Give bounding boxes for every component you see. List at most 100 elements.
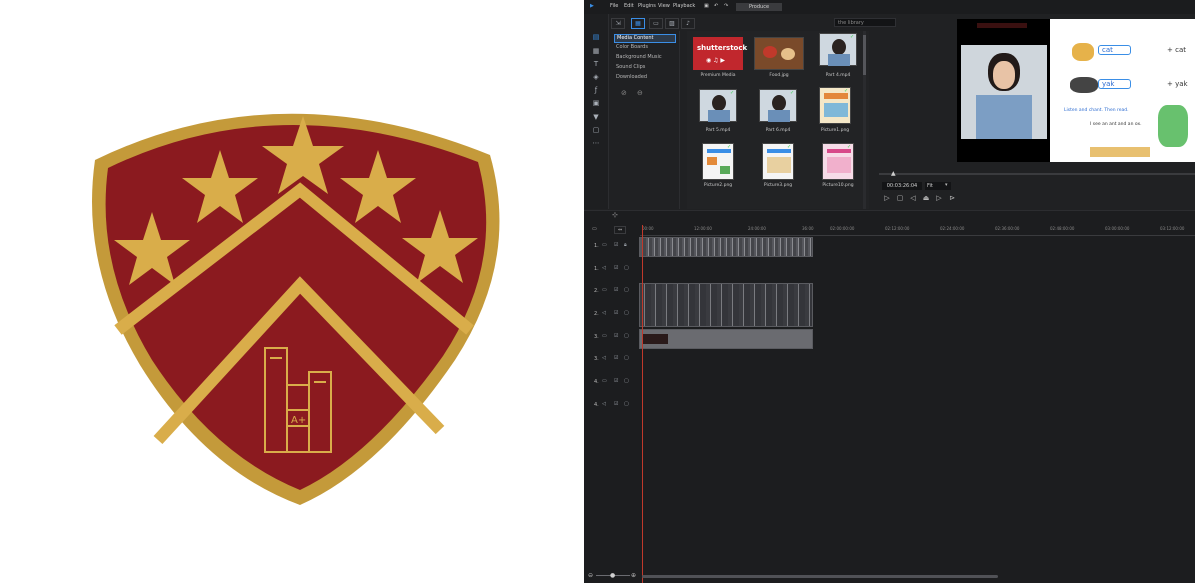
menu-plugins[interactable]: Plugins [638, 3, 656, 9]
lock-icon[interactable]: ▢ [624, 287, 629, 293]
yak-image [1070, 77, 1098, 93]
timecode-display[interactable]: 00:03:26:04 [882, 182, 922, 190]
lock-icon[interactable]: ▢ [624, 401, 629, 407]
menu-edit[interactable]: Edit [624, 3, 634, 9]
chevron-down-icon[interactable]: ▾ [945, 182, 948, 188]
stop-icon[interactable]: ▢ [895, 193, 905, 203]
transition-room-icon[interactable]: ◈ [590, 72, 602, 82]
lock-icon[interactable]: ▢ [624, 355, 629, 361]
lock-icon[interactable]: 🔒︎ [624, 242, 627, 248]
media-room-icon[interactable]: ▤ [590, 32, 602, 42]
timeline-tools-icon[interactable]: ⊹ [612, 211, 618, 219]
checkbox-icon[interactable]: ☑ [614, 287, 618, 293]
lock-icon[interactable]: ▢ [624, 333, 629, 339]
video-track-icon: ▭ [602, 242, 607, 248]
track-header-audio-1[interactable]: 1. ◁ ☑ ▢ [584, 260, 638, 282]
menu-playback[interactable]: Playback [673, 3, 695, 9]
track-header-video-2[interactable]: 2. ▭ ☑ ▢ [584, 282, 638, 304]
room-toolbar: ▤ ▦ T ◈ ƒ ▣ ▼ ▢ ⋯ [584, 14, 609, 209]
fit-timeline-icon[interactable]: ⇔ [614, 226, 627, 234]
library-search-input[interactable]: the library [834, 18, 896, 27]
category-color-boards[interactable]: Color Boards [614, 44, 674, 51]
timeline-scrollbar[interactable] [642, 575, 998, 578]
category-background-music[interactable]: Background Music [614, 54, 674, 61]
track-lane-video-3[interactable] [639, 327, 1195, 349]
template-room-icon[interactable]: ▦ [590, 46, 602, 56]
zoom-out-icon[interactable]: ⊖ [588, 572, 593, 579]
track-header-audio-4[interactable]: 4. ◁ ☑ ▢ [584, 396, 638, 418]
lock-icon[interactable]: ▢ [624, 310, 629, 316]
category-sound-clips[interactable]: Sound Clips [614, 64, 674, 71]
presenter-video [961, 45, 1047, 139]
image-filter-tab[interactable]: ▨ [665, 18, 679, 29]
save-icon[interactable]: ▣ [704, 3, 709, 9]
track-header-video-4[interactable]: 4. ▭ ☑ ▢ [584, 373, 638, 395]
media-thumbnail-picture1[interactable]: ✓ [819, 87, 851, 124]
track-header-audio-3[interactable]: 3. ◁ ☑ ▢ [584, 350, 638, 372]
media-thumbnail-part6[interactable]: ✓ [759, 89, 797, 122]
next-frame-icon[interactable]: ▷ [934, 193, 944, 203]
fast-forward-icon[interactable]: ⊳ [947, 193, 957, 203]
track-header-audio-2[interactable]: 2. ◁ ☑ ▢ [584, 305, 638, 327]
pip-room-icon[interactable]: ▣ [590, 98, 602, 108]
media-thumbnail-picture3[interactable]: ✓ [762, 143, 794, 180]
track-header-video-1[interactable]: 1. ▭ ☑ 🔒︎ [584, 237, 638, 259]
import-icon[interactable]: ⇲ [611, 18, 625, 29]
track-lane-video-1[interactable] [639, 235, 1195, 257]
category-downloaded[interactable]: Downloaded [614, 74, 674, 81]
media-thumbnail-picture2[interactable]: ✓ [702, 143, 734, 180]
library-scrollbar[interactable] [863, 31, 866, 209]
title-room-icon[interactable]: T [590, 59, 602, 69]
media-thumbnail-premium[interactable]: shutterstock ◉ ♫ ▶ [693, 37, 747, 70]
track-lane-video-2[interactable] [639, 281, 1195, 327]
checkbox-icon[interactable]: ☑ [614, 401, 618, 407]
previous-frame-icon[interactable]: ◁ [908, 193, 918, 203]
media-label: Picture3.png [763, 183, 793, 188]
image-clip[interactable] [639, 329, 813, 349]
zoom-in-icon[interactable]: ⊕ [631, 572, 636, 579]
preview-seekbar[interactable] [879, 173, 1195, 175]
audio-filter-tab[interactable]: ♪ [681, 18, 695, 29]
seek-handle-icon[interactable]: ▲ [891, 170, 896, 177]
undo-icon[interactable]: ↶ [714, 3, 718, 9]
checkbox-icon[interactable]: ☑ [614, 333, 618, 339]
particle-room-icon[interactable]: ▼ [590, 112, 602, 122]
more-icon[interactable]: ⋯ [590, 138, 602, 148]
play-icon[interactable]: ▷ [882, 193, 892, 203]
video-filter-tab[interactable]: ▭ [649, 18, 663, 29]
category-media-content[interactable]: Media Content [614, 34, 676, 43]
add-tag-icon[interactable]: ⊘ [621, 89, 627, 97]
media-thumbnail-part5[interactable]: ✓ [699, 89, 737, 122]
person-head [832, 39, 846, 55]
delete-tag-icon[interactable]: ⊖ [637, 89, 643, 97]
video-clip[interactable] [639, 237, 813, 257]
media-thumbnail-picture10[interactable]: ✓ [822, 143, 854, 180]
checkbox-icon[interactable]: ☑ [614, 265, 618, 271]
checkbox-icon[interactable]: ☑ [614, 310, 618, 316]
library-toolbar: ⇲ ▦ ▭ ▨ ♪ the library [609, 16, 896, 30]
view-all-tab[interactable]: ▦ [631, 18, 645, 29]
snapshot-icon[interactable]: ⏏ [921, 193, 931, 203]
produce-button[interactable]: Produce [736, 3, 782, 11]
audio-room-icon[interactable]: ▢ [590, 125, 602, 135]
track-header-video-3[interactable]: 3. ▭ ☑ ▢ [584, 328, 638, 350]
checkbox-icon[interactable]: ☑ [614, 378, 618, 384]
video-clip[interactable] [639, 283, 813, 327]
person-shirt [976, 95, 1032, 139]
track-manager-icon[interactable]: ▭ [592, 226, 597, 232]
redo-icon[interactable]: ↷ [724, 3, 728, 9]
timeline-panel: ⊹ ▭ ⇔ 00:00 12:00:00 24:00:00 36:00 02:0… [584, 210, 1195, 583]
menu-file[interactable]: File [610, 3, 618, 9]
playhead[interactable] [642, 225, 643, 583]
media-thumbnail-food[interactable] [754, 37, 804, 70]
check-icon: ✓ [850, 34, 855, 40]
menu-view[interactable]: View [658, 3, 670, 9]
checkbox-icon[interactable]: ☑ [614, 242, 618, 248]
checkbox-icon[interactable]: ☑ [614, 355, 618, 361]
lock-icon[interactable]: ▢ [624, 265, 629, 271]
lock-icon[interactable]: ▢ [624, 378, 629, 384]
audio-track-icon: ◁ [602, 310, 606, 316]
zoom-slider-handle[interactable]: ● [610, 572, 615, 579]
media-thumbnail-part4[interactable]: ✓ [819, 33, 857, 66]
effects-room-icon[interactable]: ƒ [590, 85, 602, 95]
